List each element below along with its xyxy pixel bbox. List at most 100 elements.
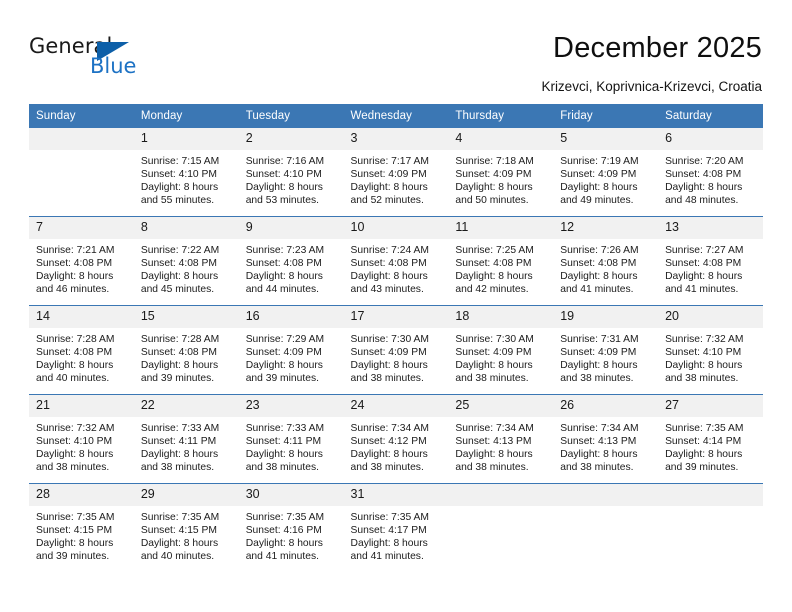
calendar-day-cell[interactable]: 30 Sunrise: 7:35 AM Sunset: 4:16 PM Dayligh… [238,483,344,572]
calendar-day-cell[interactable]: 26 Sunrise: 7:34 AM Sunset: 4:13 PM Dayligh… [553,394,659,484]
calendar-day-cell[interactable]: 19 Sunrise: 7:31 AM Sunset: 4:09 PM Dayligh… [553,305,659,395]
calendar-day-cell[interactable]: 7 Sunrise: 7:21 AM Sunset: 4:08 PM Daylight… [29,216,134,306]
calendar-day-cell[interactable]: 3 Sunrise: 7:17 AM Sunset: 4:09 PM Daylight… [343,127,449,217]
calendar-day-cell[interactable]: 29 Sunrise: 7:35 AM Sunset: 4:15 PM Dayligh… [133,483,239,572]
day-info-line: Sunset: 4:08 PM [665,258,742,270]
weekday-header-saturday: Saturday [658,104,763,128]
day-cell-inner: 6 Sunrise: 7:20 AM Sunset: 4:08 PM Daylight… [658,128,763,216]
day-info-line: Sunrise: 7:21 AM [36,245,115,256]
day-cell-inner: 20 Sunrise: 7:32 AM Sunset: 4:10 PM Dayligh… [658,306,763,394]
day-info-line: Sunrise: 7:17 AM [350,156,429,167]
calendar-day-cell[interactable]: 16 Sunrise: 7:29 AM Sunset: 4:09 PM Dayligh… [238,305,344,395]
day-sun-info: Sunrise: 7:25 AM Sunset: 4:08 PM Daylight:… [448,239,553,296]
day-number: 16 [238,306,344,328]
general-blue-logo[interactable]: General Blue [29,34,209,82]
day-number: 9 [238,217,344,239]
day-info-line: Sunset: 4:10 PM [665,347,742,359]
calendar-day-cell[interactable]: 13 Sunrise: 7:27 AM Sunset: 4:08 PM Dayligh… [658,216,763,306]
calendar-day-cell[interactable]: 10 Sunrise: 7:24 AM Sunset: 4:08 PM Dayligh… [343,216,449,306]
day-number: 12 [553,217,659,239]
day-info-line: and 38 minutes. [560,462,634,474]
calendar-day-cell[interactable]: 20 Sunrise: 7:32 AM Sunset: 4:10 PM Dayligh… [658,305,763,395]
day-info-line: Daylight: 8 hours [560,182,638,194]
day-cell-inner: 4 Sunrise: 7:18 AM Sunset: 4:09 PM Daylight… [448,128,554,216]
day-cell-inner: 13 Sunrise: 7:27 AM Sunset: 4:08 PM Dayligh… [658,217,763,305]
calendar-day-cell[interactable]: 8 Sunrise: 7:22 AM Sunset: 4:08 PM Daylight… [133,216,239,306]
calendar-day-cell[interactable]: 21 Sunrise: 7:32 AM Sunset: 4:10 PM Dayligh… [29,394,134,484]
calendar-header-row: Sunday Monday Tuesday Wednesday Thursday Frid… [29,104,763,128]
calendar-day-cell[interactable]: 15 Sunrise: 7:28 AM Sunset: 4:08 PM Dayligh… [133,305,239,395]
calendar-day-cell[interactable]: 27 Sunrise: 7:35 AM Sunset: 4:14 PM Dayligh… [658,394,763,484]
day-info-line: and 41 minutes. [665,284,739,296]
weekday-header-sunday: Sunday [29,104,134,128]
day-sun-info: Sunrise: 7:34 AM Sunset: 4:12 PM Daylight:… [344,417,449,474]
day-info-line: Daylight: 8 hours [560,360,638,372]
day-info-line: Sunset: 4:09 PM [455,347,532,359]
day-number: 19 [553,306,659,328]
day-info-line: Daylight: 8 hours [140,538,219,550]
day-info-line: and 38 minutes. [350,462,424,474]
day-info-line: and 39 minutes. [36,551,110,563]
calendar-page: General Blue December 2025 Krizevci, Kop… [0,0,792,612]
day-number: 20 [658,306,763,328]
day-info-line: Sunset: 4:11 PM [245,436,322,448]
day-info-line: Daylight: 8 hours [455,271,533,283]
calendar-day-cell[interactable]: 17 Sunrise: 7:30 AM Sunset: 4:09 PM Dayligh… [343,305,449,395]
day-info-line: Sunset: 4:14 PM [665,436,742,448]
day-number: 4 [448,128,554,150]
day-info-line: Sunrise: 7:15 AM [140,156,220,167]
day-number: 30 [238,484,344,506]
calendar-day-cell[interactable]: 6 Sunrise: 7:20 AM Sunset: 4:08 PM Daylight… [658,127,763,217]
day-cell-inner: 19 Sunrise: 7:31 AM Sunset: 4:09 PM Dayligh… [553,306,659,394]
calendar-day-cell[interactable]: 28 Sunrise: 7:35 AM Sunset: 4:15 PM Dayligh… [29,483,134,572]
day-sun-info: Sunrise: 7:20 AM Sunset: 4:08 PM Daylight:… [658,150,763,207]
day-sun-info: Sunrise: 7:32 AM Sunset: 4:10 PM Daylight:… [658,328,763,385]
day-info-line: and 38 minutes. [455,462,529,474]
calendar-day-cell[interactable]: 5 Sunrise: 7:19 AM Sunset: 4:09 PM Daylight… [553,127,659,217]
day-cell-inner: 10 Sunrise: 7:24 AM Sunset: 4:08 PM Dayligh… [343,217,449,305]
calendar-day-cell[interactable]: 25 Sunrise: 7:34 AM Sunset: 4:13 PM Dayligh… [448,394,554,484]
calendar-day-cell[interactable]: 18 Sunrise: 7:30 AM Sunset: 4:09 PM Dayligh… [448,305,554,395]
day-info-line: and 38 minutes. [36,462,110,474]
calendar-day-cell[interactable]: 24 Sunrise: 7:34 AM Sunset: 4:12 PM Dayligh… [343,394,449,484]
calendar-day-cell[interactable]: 14 Sunrise: 7:28 AM Sunset: 4:08 PM Dayligh… [29,305,134,395]
calendar-week-row: 21 Sunrise: 7:32 AM Sunset: 4:10 PM Dayligh… [29,394,763,484]
calendar-day-cell[interactable]: 23 Sunrise: 7:33 AM Sunset: 4:11 PM Dayligh… [238,394,344,484]
calendar-day-cell[interactable]: 4 Sunrise: 7:18 AM Sunset: 4:09 PM Daylight… [448,127,554,217]
day-sun-info: Sunrise: 7:23 AM Sunset: 4:08 PM Daylight:… [239,239,344,296]
day-number: 10 [343,217,449,239]
day-cell-inner: 11 Sunrise: 7:25 AM Sunset: 4:08 PM Dayligh… [448,217,554,305]
day-info-line: and 38 minutes. [140,462,215,474]
day-sun-info: Sunrise: 7:28 AM Sunset: 4:08 PM Daylight:… [134,328,239,385]
day-sun-info: Sunrise: 7:19 AM Sunset: 4:09 PM Daylight:… [553,150,658,207]
day-info-line: Sunrise: 7:35 AM [665,423,744,434]
day-cell-inner: 16 Sunrise: 7:29 AM Sunset: 4:09 PM Dayligh… [238,306,344,394]
day-info-line: and 55 minutes. [140,195,215,207]
day-info-line: Sunset: 4:10 PM [245,169,322,181]
calendar-day-cell[interactable]: 22 Sunrise: 7:33 AM Sunset: 4:11 PM Dayligh… [133,394,239,484]
day-info-line: Daylight: 8 hours [665,360,743,372]
calendar-day-cell[interactable]: 9 Sunrise: 7:23 AM Sunset: 4:08 PM Daylight… [238,216,344,306]
day-info-line: and 40 minutes. [140,551,215,563]
day-sun-info: Sunrise: 7:30 AM Sunset: 4:09 PM Daylight:… [448,328,553,385]
day-info-line: Daylight: 8 hours [350,360,428,372]
day-sun-info: Sunrise: 7:29 AM Sunset: 4:09 PM Daylight:… [239,328,344,385]
day-number: 31 [343,484,449,506]
day-number: 29 [133,484,239,506]
calendar-day-cell[interactable]: 2 Sunrise: 7:16 AM Sunset: 4:10 PM Daylight… [238,127,344,217]
day-info-line: Daylight: 8 hours [665,271,743,283]
day-sun-info: Sunrise: 7:33 AM Sunset: 4:11 PM Daylight:… [239,417,344,474]
day-sun-info: Sunrise: 7:26 AM Sunset: 4:08 PM Daylight:… [553,239,658,296]
calendar-day-cell[interactable]: 12 Sunrise: 7:26 AM Sunset: 4:08 PM Dayligh… [553,216,659,306]
weekday-header-tuesday: Tuesday [238,104,344,128]
calendar-day-cell[interactable]: 11 Sunrise: 7:25 AM Sunset: 4:08 PM Dayligh… [448,216,554,306]
day-number: 6 [658,128,763,150]
day-info-line: Sunrise: 7:31 AM [560,334,639,345]
day-number: 15 [133,306,239,328]
day-info-line: Sunrise: 7:27 AM [665,245,744,256]
day-number: 28 [29,484,134,506]
calendar-day-cell[interactable]: 31 Sunrise: 7:35 AM Sunset: 4:17 PM Dayligh… [343,483,449,572]
calendar-day-cell[interactable]: 1 Sunrise: 7:15 AM Sunset: 4:10 PM Daylight… [133,127,239,217]
day-number: 23 [238,395,344,417]
day-info-line: and 38 minutes. [560,373,634,385]
